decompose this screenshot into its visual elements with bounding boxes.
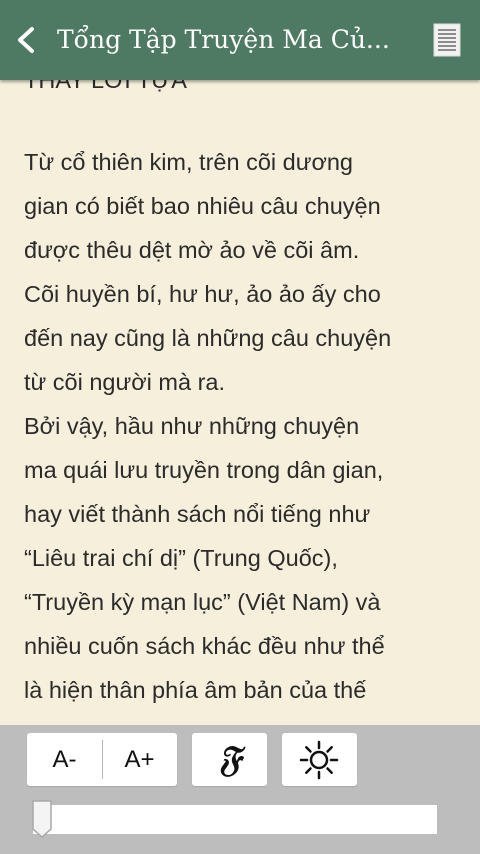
brightness-slider[interactable] <box>33 805 437 834</box>
story-text: Từ cổ thiên kim, trên cõi dương gian có b… <box>24 140 464 712</box>
text-line: Bởi vậy, hầu như những chuyện <box>24 413 360 439</box>
font-decrease-button[interactable]: A- <box>27 733 102 786</box>
font-icon: 𝔉 <box>218 738 241 780</box>
text-line: được thêu dệt mờ ảo về cõi âm. <box>24 237 360 263</box>
sun-icon <box>299 740 339 780</box>
back-button[interactable] <box>8 20 44 60</box>
chapter-heading: THAY LỜI TỰA <box>24 80 187 93</box>
list-icon <box>433 23 461 57</box>
font-increase-button[interactable]: A+ <box>102 733 177 786</box>
text-line: từ cõi người mà ra. <box>24 369 225 395</box>
font-size-controls: A- A+ <box>27 733 177 786</box>
reading-area[interactable]: THAY LỜI TỰA Từ cổ thiên kim, trên cõi d… <box>0 80 480 725</box>
text-line: nhiều cuốn sách khác đều như thể <box>24 633 385 659</box>
text-line: “Truyền kỳ mạn lục” (Việt Nam) và <box>24 589 381 615</box>
text-line: Từ cổ thiên kim, trên cõi dương <box>24 149 353 175</box>
text-line: là hiện thân phía âm bản của thế <box>24 677 367 703</box>
app-header: Tổng Tập Truyện Ma Củ... <box>0 0 480 80</box>
brightness-button[interactable] <box>282 733 357 786</box>
text-line: đến nay cũng là những câu chuyện <box>24 325 392 351</box>
font-face-button[interactable]: 𝔉 <box>192 733 267 786</box>
slider-thumb[interactable] <box>30 799 54 839</box>
text-line: ma quái lưu truyền trong dân gian, <box>24 457 384 483</box>
chevron-left-icon <box>18 27 34 53</box>
book-title: Tổng Tập Truyện Ma Củ... <box>57 25 390 54</box>
text-line: gian có biết bao nhiêu câu chuyện <box>24 193 381 219</box>
table-of-contents-button[interactable] <box>430 20 464 60</box>
text-line: Cõi huyền bí, hư hư, ảo ảo ấy cho <box>24 281 381 307</box>
text-line: “Liêu trai chí dị” (Trung Quốc), <box>24 545 338 571</box>
reader-toolbar: A- A+ 𝔉 <box>0 725 480 854</box>
text-line: hay viết thành sách nổi tiếng như <box>24 501 371 527</box>
